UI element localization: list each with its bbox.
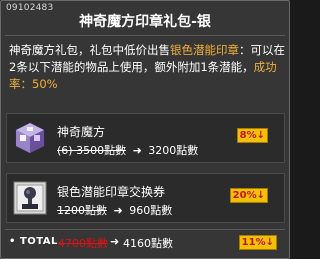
package-item-1: 神奇魔方 (6) 3500點數 ➜ 3200點數 8%↓ <box>6 113 285 163</box>
old-price: (6) 3500點數 <box>57 144 127 157</box>
bullet-icon: • <box>9 236 16 247</box>
new-price: 960點數 <box>129 204 173 217</box>
arrow-right-icon: ➜ <box>132 144 142 157</box>
item-prices: 1200點數 ➜ 960點數 <box>57 202 172 218</box>
arrow-right-icon: ➜ <box>110 235 120 248</box>
item-name: 银色潜能印章交换券 <box>57 185 166 199</box>
description-highlight: 银色潜能印章 <box>170 43 239 57</box>
title-divider <box>5 35 285 36</box>
new-price: 3200點數 <box>148 144 199 157</box>
total-label: • TOTAL <box>9 236 58 247</box>
total-row: • TOTAL 4700點數 ➜ 4160點數 11%↓ <box>9 235 285 251</box>
discount-badge: 8%↓ <box>236 128 268 143</box>
package-item-2: 银色潜能印章交换券 1200點數 ➜ 960點數 20%↓ <box>6 173 285 223</box>
old-price: 1200點數 <box>57 204 107 217</box>
total-old-price: 4700點數 <box>58 237 108 250</box>
item-tooltip: 09102483 神奇魔方印章礼包-银 神奇魔方礼包，礼包中低价出售银色潜能印章… <box>0 0 290 259</box>
down-arrow-icon: ↓ <box>256 190 265 201</box>
description-text-1: 神奇魔方礼包，礼包中低价出售 <box>9 43 170 57</box>
down-arrow-icon: ↓ <box>256 130 265 141</box>
stamp-coupon-icon <box>13 181 47 215</box>
total-divider <box>5 229 285 230</box>
down-arrow-icon: ↓ <box>265 237 274 248</box>
discount-badge: 20%↓ <box>229 188 268 203</box>
total-discount-badge: 11%↓ <box>238 235 277 250</box>
arrow-right-icon: ➜ <box>113 204 123 217</box>
package-title: 神奇魔方印章礼包-银 <box>79 14 211 30</box>
total-new-price: 4160點數 <box>123 237 173 250</box>
package-description: 神奇魔方礼包，礼包中低价出售银色潜能印章：可以在2条以下潜能的物品上使用，额外附… <box>9 42 285 93</box>
cube-icon <box>13 121 47 155</box>
item-prices: (6) 3500點數 ➜ 3200點數 <box>57 142 198 158</box>
item-name: 神奇魔方 <box>57 125 106 139</box>
